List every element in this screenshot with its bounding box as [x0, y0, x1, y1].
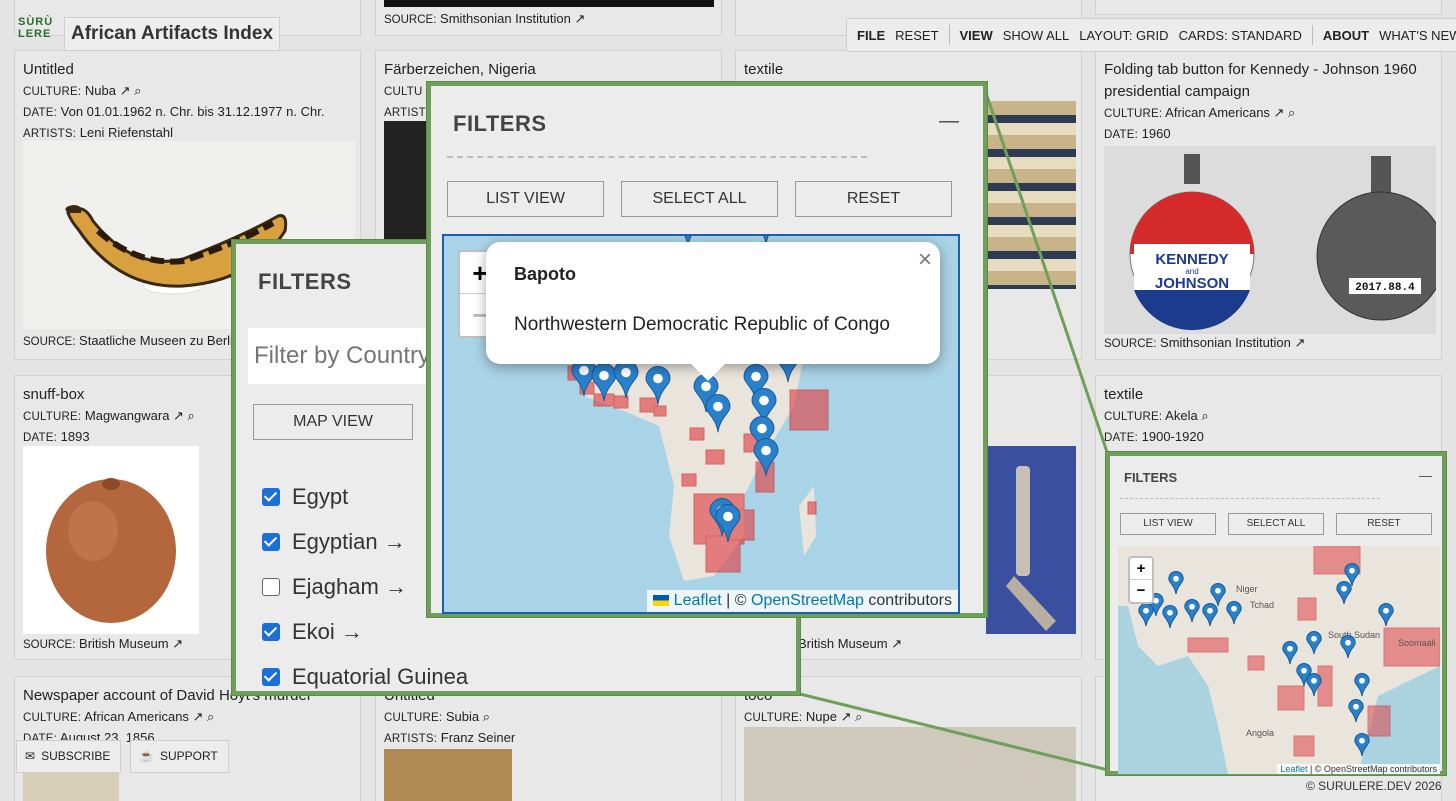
map-marker-dot [1359, 737, 1365, 744]
map-marker-dot [653, 373, 663, 384]
map-marker-dot [1287, 645, 1293, 652]
popup-close-button[interactable]: × [918, 246, 932, 274]
map-marker-dot [621, 367, 631, 378]
map-marker-dot [1311, 677, 1317, 684]
checkbox[interactable] [262, 578, 280, 596]
filter-option[interactable]: Equatorial Guinea [262, 664, 468, 690]
checkbox[interactable] [262, 668, 280, 686]
filters-panel-zoomed: FILTERS — LIST VIEW SELECT ALL RESET + − [427, 82, 987, 617]
map-marker-dot [1215, 587, 1221, 594]
zoom-out-button[interactable]: − [1130, 580, 1152, 602]
map-view-button[interactable]: MAP VIEW [253, 404, 413, 440]
filters-title: FILTERS [258, 269, 352, 294]
filter-option[interactable]: Egypt [262, 484, 348, 510]
map-marker-dot [1143, 607, 1149, 614]
map-marker-dot [1189, 603, 1195, 610]
map-label: Angola [1246, 728, 1274, 738]
minimize-button[interactable]: — [939, 110, 959, 133]
map-marker-dot [1359, 677, 1365, 684]
popup-body: Northwestern Democratic Republic of Cong… [514, 314, 890, 335]
map-marker-dot [751, 371, 761, 382]
map-marker-dot [579, 365, 589, 376]
osm-link[interactable]: OpenStreetMap [751, 592, 864, 609]
filters-title: FILTERS [1124, 470, 1178, 485]
leaflet-link[interactable]: Leaflet [674, 592, 722, 609]
filter-option[interactable]: Ekoi → [262, 619, 363, 645]
map-marker-dot [599, 370, 609, 381]
map-marker-dot [1349, 567, 1355, 574]
filters-title: FILTERS [453, 111, 547, 136]
map-attribution: Leaflet | © OpenStreetMap contributors [647, 590, 958, 612]
zoom-control: + − [1128, 556, 1154, 604]
map-marker-dot [713, 401, 723, 412]
map-marker-dot [1231, 605, 1237, 612]
map-zoomed[interactable]: + − Bapoto Northwestern Democratic Repub… [442, 234, 960, 614]
map-marker-dot [1173, 575, 1179, 582]
map-small[interactable]: Niger Tchad South Sudan Angola Soomaali … [1118, 546, 1440, 774]
checkbox[interactable] [262, 533, 280, 551]
minimize-button[interactable]: — [1419, 468, 1432, 483]
map-marker-dot [1311, 635, 1317, 642]
map-marker-dot [1353, 703, 1359, 710]
list-view-button[interactable]: LIST VIEW [447, 181, 604, 217]
map-marker-dot [1167, 609, 1173, 616]
checkbox[interactable] [262, 623, 280, 641]
map-marker-dot [759, 395, 769, 406]
map-label: Niger [1236, 584, 1258, 594]
filter-option[interactable]: Ejagham → [262, 574, 407, 600]
map-marker-dot [701, 381, 711, 392]
map-marker-dot [1383, 607, 1389, 614]
map-popup: Bapoto Northwestern Democratic Republic … [486, 242, 940, 381]
filter-option[interactable]: Egyptian → [262, 529, 406, 555]
popup-title: Bapoto [514, 264, 576, 284]
map-label: Tchad [1250, 600, 1274, 610]
map-marker-dot [1301, 667, 1307, 674]
list-view-button[interactable]: LIST VIEW [1120, 513, 1216, 535]
map-canvas[interactable]: Niger Tchad South Sudan Angola Soomaali [1118, 546, 1440, 774]
map-label: Soomaali [1398, 638, 1436, 648]
ukraine-flag-icon [653, 595, 670, 607]
zoom-in-button[interactable]: + [1130, 558, 1152, 580]
select-all-button[interactable]: SELECT ALL [1228, 513, 1324, 535]
map-marker-dot [1345, 639, 1351, 646]
reset-button[interactable]: RESET [795, 181, 952, 217]
reset-button[interactable]: RESET [1336, 513, 1432, 535]
divider [447, 156, 867, 158]
map-marker-dot [1207, 607, 1213, 614]
divider [1120, 498, 1380, 499]
map-marker-dot [723, 511, 733, 522]
map-attribution: Leaflet | © OpenStreetMap contributors [1277, 764, 1440, 774]
filters-panel-small: FILTERS — LIST VIEW SELECT ALL RESET Nig… [1106, 452, 1446, 775]
map-marker-dot [1341, 585, 1347, 592]
map-marker-dot [757, 423, 767, 434]
select-all-button[interactable]: SELECT ALL [621, 181, 778, 217]
map-marker-dot [761, 445, 771, 456]
checkbox[interactable] [262, 488, 280, 506]
